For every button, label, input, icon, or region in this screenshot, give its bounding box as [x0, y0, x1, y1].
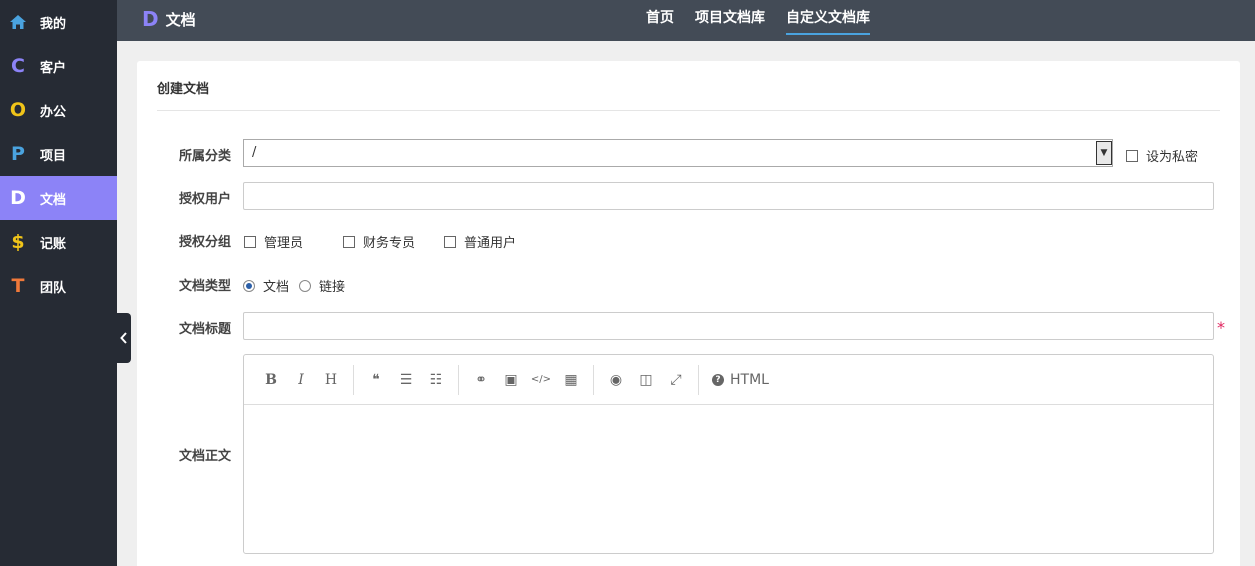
- group-checkbox[interactable]: [343, 235, 355, 248]
- toolbar-divider: [593, 364, 594, 395]
- group-option-finance[interactable]: 财务专员: [343, 232, 415, 251]
- sidebar-item-clients[interactable]: C 客户: [0, 44, 117, 88]
- markdown-editor: B I H ❝ ☰ ☷ ⚭ ▣ </> ▦ ◉ ◫ ⤢ ? HTML: [243, 354, 1214, 554]
- doc-body-label: 文档正文: [179, 449, 232, 464]
- group-option-admin[interactable]: 管理员: [244, 232, 303, 251]
- home-icon: [9, 13, 27, 31]
- group-label: 管理员: [264, 236, 304, 251]
- tab-project-docs[interactable]: 项目文档库: [695, 0, 765, 37]
- private-label: 设为私密: [1146, 150, 1199, 165]
- divider: [157, 110, 1220, 111]
- editor-toolbar: B I H ❝ ☰ ☷ ⚭ ▣ </> ▦ ◉ ◫ ⤢ ? HTML: [244, 355, 1213, 405]
- code-button[interactable]: </>: [526, 365, 556, 395]
- help-button[interactable]: ?: [706, 365, 730, 395]
- doc-type-option-link[interactable]: 链接: [299, 276, 345, 295]
- doc-title-input[interactable]: [243, 312, 1214, 340]
- chevron-left-icon: [120, 332, 127, 344]
- card-title: 创建文档: [157, 82, 210, 97]
- required-mark: *: [1217, 318, 1225, 337]
- sidebar-collapse-button[interactable]: [117, 313, 131, 363]
- sidebar-item-label: 办公: [40, 104, 67, 120]
- editor-textarea[interactable]: [244, 405, 1213, 553]
- sidebar: 我的 C 客户 O 办公 P 项目 D 文档 $ 记账 T 团队: [0, 0, 117, 566]
- group-checkbox[interactable]: [444, 235, 456, 248]
- letter-o-icon: O: [9, 98, 27, 121]
- fullscreen-button[interactable]: ⤢: [661, 365, 691, 395]
- image-button[interactable]: ▣: [496, 365, 526, 395]
- group-option-user[interactable]: 普通用户: [444, 232, 516, 251]
- sidebar-item-projects[interactable]: P 项目: [0, 132, 117, 176]
- page-title: 文档: [165, 10, 196, 29]
- doc-type-option-label: 文档: [263, 280, 290, 295]
- auth-groups-label: 授权分组: [179, 235, 232, 250]
- sidebar-item-label: 客户: [40, 60, 67, 76]
- doc-type-radio[interactable]: [299, 279, 311, 292]
- preview-button[interactable]: ◉: [601, 365, 631, 395]
- auth-users-label: 授权用户: [179, 192, 232, 207]
- ordered-list-button[interactable]: ☷: [421, 365, 451, 395]
- toolbar-divider: [698, 364, 699, 395]
- doc-type-label: 文档类型: [179, 279, 232, 294]
- private-option[interactable]: 设为私密: [1126, 146, 1198, 165]
- letter-t-icon: T: [11, 274, 25, 297]
- sidebar-item-mine[interactable]: 我的: [0, 0, 117, 44]
- sidebar-item-accounting[interactable]: $ 记账: [0, 220, 117, 264]
- letter-c-icon: C: [11, 54, 25, 77]
- bold-button[interactable]: B: [256, 365, 286, 395]
- sidebar-item-office[interactable]: O 办公: [0, 88, 117, 132]
- doc-type-option-label: 链接: [319, 280, 346, 295]
- top-nav: 首页 项目文档库 自定义文档库: [646, 0, 891, 41]
- link-button[interactable]: ⚭: [466, 365, 496, 395]
- top-bar: D 文档 首页 项目文档库 自定义文档库: [117, 0, 1255, 41]
- doc-type-radio[interactable]: [243, 279, 255, 292]
- sidebar-item-documents[interactable]: D 文档: [0, 176, 117, 220]
- documents-logo-icon: D: [142, 7, 159, 31]
- heading-button[interactable]: H: [316, 365, 346, 395]
- group-checkbox[interactable]: [244, 235, 256, 248]
- tab-home[interactable]: 首页: [646, 0, 674, 37]
- sidebar-item-label: 团队: [40, 280, 67, 296]
- letter-p-icon: P: [11, 142, 25, 165]
- sidebar-item-label: 我的: [40, 16, 67, 32]
- unordered-list-button[interactable]: ☰: [391, 365, 421, 395]
- toolbar-divider: [353, 364, 354, 395]
- category-label: 所属分类: [179, 149, 232, 164]
- table-button[interactable]: ▦: [556, 365, 586, 395]
- letter-d-icon: D: [10, 186, 26, 209]
- group-label: 普通用户: [464, 236, 517, 251]
- html-mode-label[interactable]: HTML: [730, 372, 769, 388]
- sidebar-item-label: 文档: [40, 192, 67, 208]
- dollar-icon: $: [11, 230, 25, 253]
- create-document-card: 创建文档 所属分类 / ▼ 设为私密 授权用户 授权分组 管理员 财务专员 普通…: [137, 61, 1240, 566]
- tab-custom-docs[interactable]: 自定义文档库: [786, 0, 870, 35]
- doc-type-option-document[interactable]: 文档: [243, 276, 289, 295]
- chevron-down-icon[interactable]: ▼: [1096, 141, 1112, 165]
- sidebar-item-label: 项目: [40, 148, 67, 164]
- private-checkbox[interactable]: [1126, 149, 1138, 162]
- brand: D 文档: [142, 0, 196, 38]
- category-select[interactable]: / ▼: [243, 139, 1113, 167]
- sidebar-item-team[interactable]: T 团队: [0, 264, 117, 308]
- auth-users-input[interactable]: [243, 182, 1214, 210]
- category-value: /: [252, 145, 257, 160]
- doc-title-label: 文档标题: [179, 322, 232, 337]
- italic-button[interactable]: I: [286, 365, 316, 395]
- group-label: 财务专员: [363, 236, 416, 251]
- toolbar-divider: [458, 364, 459, 395]
- quote-button[interactable]: ❝: [361, 365, 391, 395]
- side-by-side-button[interactable]: ◫: [631, 365, 661, 395]
- sidebar-item-label: 记账: [40, 236, 67, 252]
- help-icon: ?: [712, 373, 724, 386]
